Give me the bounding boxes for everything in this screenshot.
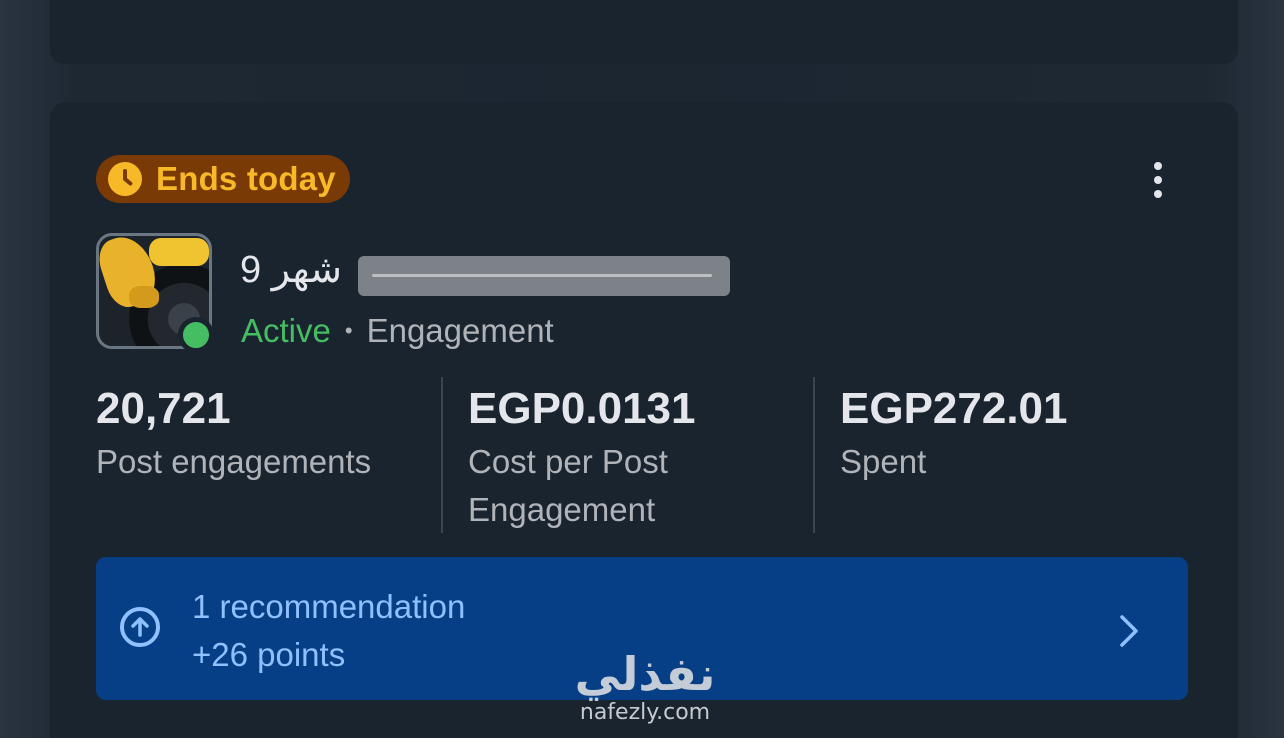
- metric-post-engagements: 20,721 Post engagements: [96, 382, 426, 486]
- metric-divider: [441, 377, 443, 533]
- arrow-up-circle-icon: [120, 607, 160, 647]
- metric-spent: EGP272.01 Spent: [840, 382, 1160, 486]
- nafezly-watermark: نفذلي nafezly.com: [560, 648, 730, 738]
- chevron-right-icon[interactable]: [1108, 611, 1148, 651]
- ad-title[interactable]: 9 شهر: [240, 246, 342, 294]
- watermark-logo: نفذلي: [574, 647, 716, 701]
- status-label: Active: [241, 312, 331, 349]
- objective-label: Engagement: [366, 312, 554, 349]
- metric-divider: [813, 377, 815, 533]
- clock-icon: [108, 162, 142, 196]
- metric-label: Cost per Post Engagement: [468, 443, 668, 528]
- ends-today-badge: Ends today: [96, 155, 350, 203]
- recommendation-title: 1 recommendation: [192, 588, 466, 625]
- recommendation-points: +26 points: [192, 636, 346, 673]
- previous-card: [50, 0, 1238, 64]
- metric-label: Spent: [840, 443, 927, 480]
- active-status-dot: [178, 317, 214, 353]
- separator-dot: •: [344, 318, 353, 343]
- more-options-icon[interactable]: [1140, 158, 1176, 202]
- redacted-text-overlay: [358, 256, 730, 296]
- metric-value: 20,721: [96, 384, 231, 433]
- metric-label: Post engagements: [96, 443, 372, 480]
- metric-cost-per-engagement: EGP0.0131 Cost per Post Engagement: [468, 382, 788, 534]
- screen: Ends today 9 شهر Active • Engagement 20,…: [0, 0, 1284, 738]
- ad-status-line: Active • Engagement: [241, 310, 554, 352]
- metric-value: EGP0.0131: [468, 384, 696, 433]
- badge-label: Ends today: [156, 160, 336, 197]
- watermark-site: nafezly.com: [579, 700, 711, 725]
- metric-value: EGP272.01: [840, 384, 1068, 433]
